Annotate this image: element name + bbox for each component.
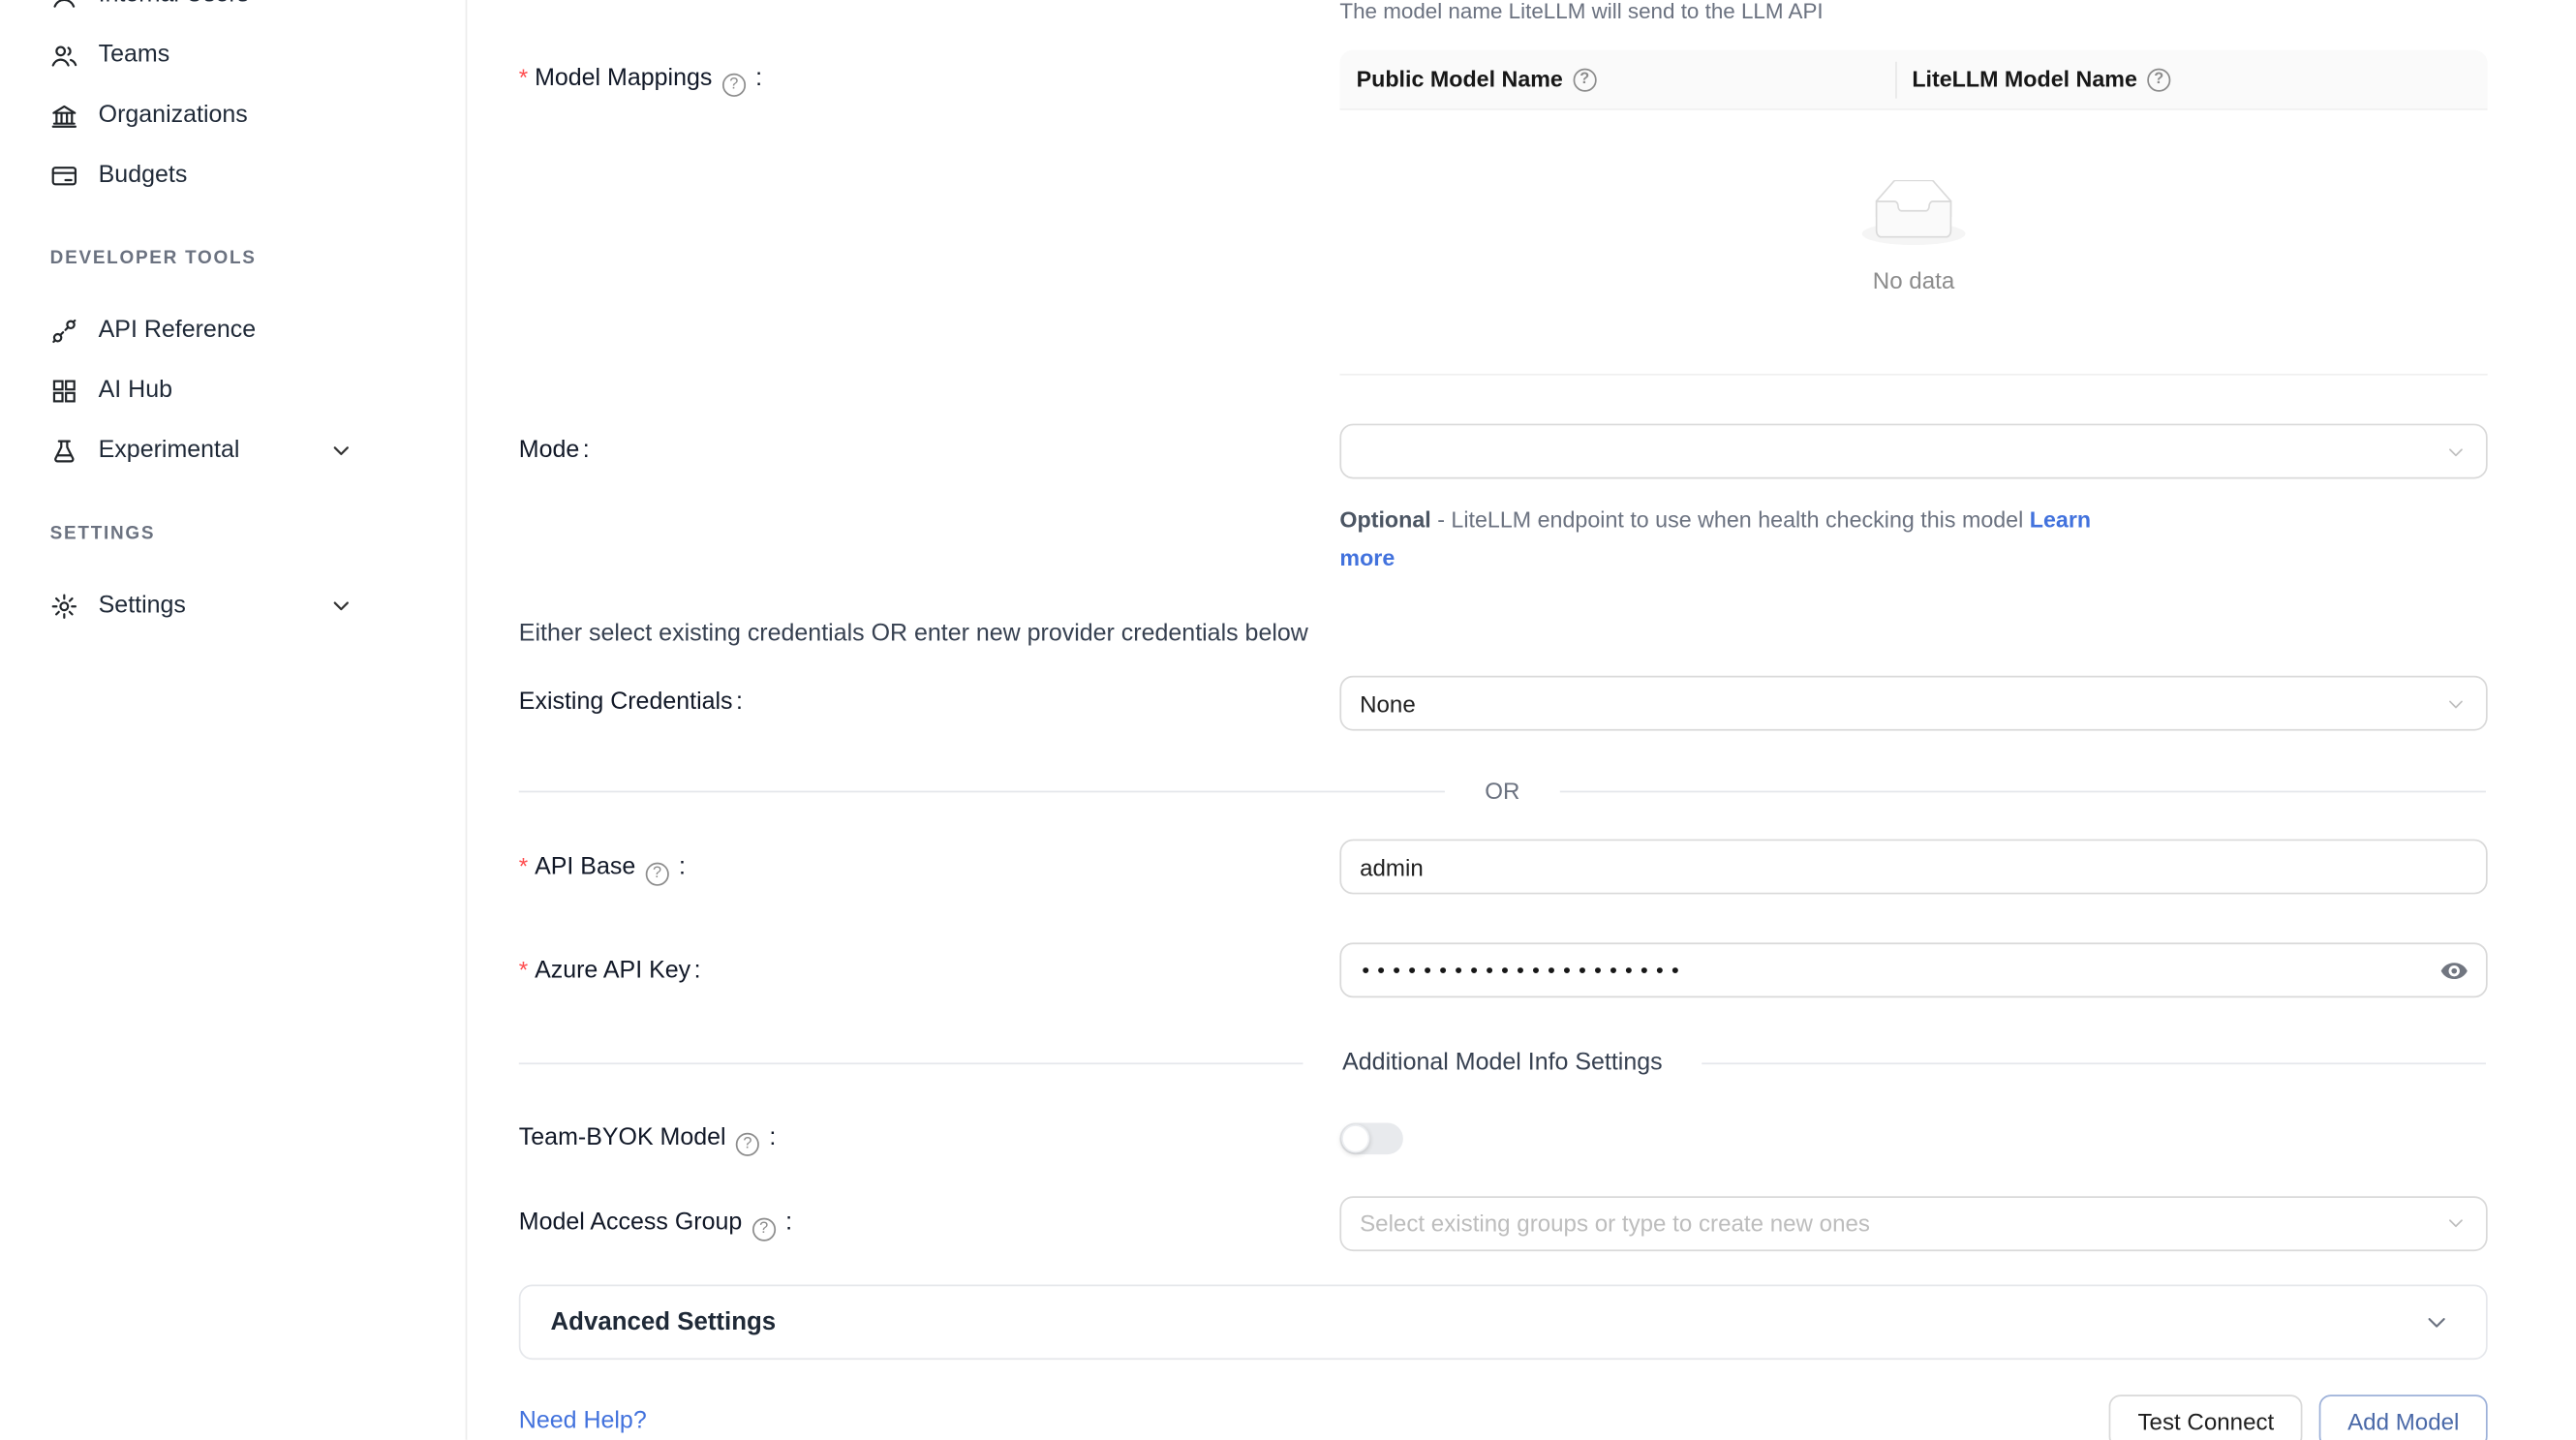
existing-credentials-value: None (1360, 689, 1416, 717)
model-mappings-table: Public Model Name ? LiteLLM Model Name ? (1339, 50, 2487, 376)
api-plug-icon (50, 316, 78, 344)
form-footer: Need Help? Test Connect Add Model (519, 1394, 2488, 1440)
chevron-down-icon (2446, 693, 2467, 714)
need-help-link[interactable]: Need Help? (519, 1408, 647, 1435)
empty-inbox-icon (1862, 180, 1966, 247)
sidebar-section-settings: SETTINGS (50, 521, 466, 548)
team-byok-row: Team-BYOK Model?: (519, 1121, 2486, 1156)
mode-row: Mode: Optional - LiteLLM endpoint to use… (519, 424, 2486, 577)
chevron-down-icon (2446, 1213, 2467, 1234)
table-empty-state: No data (1339, 110, 2487, 376)
divider-line (1702, 1062, 2486, 1064)
chevron-down-icon (2446, 442, 2467, 462)
existing-credentials-row: Existing Credentials: None (519, 676, 2486, 731)
or-divider-text: OR (1445, 778, 1560, 805)
model-mappings-row: *Model Mappings?: Public Model Name ? Li… (519, 50, 2486, 376)
model-access-group-placeholder: Select existing groups or type to create… (1360, 1210, 1870, 1237)
user-icon (50, 0, 78, 9)
chevron-down-icon (2424, 1309, 2449, 1334)
advanced-settings-title: Advanced Settings (551, 1307, 777, 1335)
team-byok-toggle[interactable] (1339, 1122, 1402, 1154)
sidebar-item-teams[interactable]: Teams (0, 25, 466, 85)
sidebar-item-api-reference[interactable]: API Reference (0, 300, 466, 360)
add-model-form: The model name LiteLLM will send to the … (469, 0, 2576, 1440)
sidebar-item-organizations[interactable]: Organizations (0, 85, 466, 145)
credentials-note: Either select existing credentials OR en… (519, 617, 2486, 650)
sidebar-item-label: Teams (99, 42, 170, 69)
test-connect-button[interactable]: Test Connect (2109, 1394, 2302, 1440)
model-access-group-label: Model Access Group?: (519, 1196, 1340, 1241)
app-root: Internal Users Teams Organizations Budge… (0, 0, 2576, 1440)
team-byok-label: Team-BYOK Model?: (519, 1121, 1340, 1156)
model-access-group-select[interactable]: Select existing groups or type to create… (1339, 1196, 2487, 1251)
api-base-input[interactable] (1339, 840, 2487, 895)
additional-info-divider: Additional Model Info Settings (519, 1044, 2486, 1081)
sidebar-item-label: AI Hub (99, 377, 172, 404)
mode-label: Mode: (519, 424, 1340, 468)
divider-line (1560, 790, 2486, 792)
sidebar-item-label: Experimental (99, 437, 240, 464)
or-divider: OR (519, 773, 2486, 810)
api-base-label: *API Base?: (519, 840, 1340, 886)
column-header-litellm-model-name: LiteLLM Model Name ? (1895, 50, 2488, 108)
required-asterisk: * (519, 852, 528, 879)
help-icon[interactable]: ? (752, 1217, 776, 1241)
help-icon[interactable]: ? (736, 1132, 759, 1155)
sidebar-item-settings[interactable]: Settings (0, 575, 466, 635)
divider-line (519, 790, 1445, 792)
table-header: Public Model Name ? LiteLLM Model Name ? (1339, 50, 2487, 110)
sidebar: Internal Users Teams Organizations Budge… (0, 0, 467, 1440)
sidebar-item-label: Budgets (99, 162, 188, 189)
help-icon[interactable]: ? (722, 73, 746, 96)
existing-credentials-label: Existing Credentials: (519, 676, 1340, 720)
sidebar-item-ai-hub[interactable]: AI Hub (0, 360, 466, 420)
azure-api-key-row: *Azure API Key: (519, 942, 2486, 997)
help-icon[interactable]: ? (2147, 68, 2170, 91)
bank-icon (50, 101, 78, 129)
mode-help-text: Optional - LiteLLM endpoint to use when … (1339, 501, 2124, 577)
column-header-public-model-name: Public Model Name ? (1339, 50, 1895, 108)
azure-api-key-label: *Azure API Key: (519, 942, 1340, 988)
api-base-row: *API Base?: (519, 840, 2486, 895)
litellm-model-helper-text: The model name LiteLLM will send to the … (1339, 0, 2486, 23)
sidebar-item-label: API Reference (99, 317, 256, 344)
help-icon[interactable]: ? (646, 862, 669, 885)
chevron-down-icon (330, 440, 352, 461)
help-icon[interactable]: ? (1573, 68, 1596, 91)
no-data-text: No data (1873, 267, 1954, 294)
sidebar-item-budgets[interactable]: Budgets (0, 145, 466, 205)
mode-select[interactable] (1339, 424, 2487, 479)
flask-icon (50, 437, 78, 465)
required-asterisk: * (519, 63, 528, 90)
chevron-down-icon (330, 595, 352, 616)
advanced-settings-panel[interactable]: Advanced Settings (519, 1284, 2488, 1360)
sidebar-item-experimental[interactable]: Experimental (0, 420, 466, 480)
grid-icon (50, 376, 78, 404)
eye-icon[interactable] (2439, 955, 2469, 985)
required-asterisk: * (519, 956, 528, 983)
azure-api-key-input[interactable] (1339, 942, 2487, 997)
toggle-knob (1341, 1124, 1369, 1152)
sidebar-item-label: Internal Users (99, 0, 250, 9)
sidebar-item-label: Settings (99, 593, 186, 620)
additional-info-divider-text: Additional Model Info Settings (1303, 1050, 1702, 1077)
sidebar-section-developer-tools: DEVELOPER TOOLS (50, 245, 466, 272)
credit-card-icon (50, 161, 78, 189)
add-model-button[interactable]: Add Model (2319, 1394, 2488, 1440)
divider-line (519, 1062, 1303, 1064)
existing-credentials-select[interactable]: None (1339, 676, 2487, 731)
model-mappings-label: *Model Mappings?: (519, 50, 1340, 97)
gear-icon (50, 592, 78, 620)
sidebar-item-internal-users[interactable]: Internal Users (0, 0, 466, 25)
sidebar-item-label: Organizations (99, 102, 248, 129)
teams-icon (50, 41, 78, 69)
model-access-group-row: Model Access Group?: Select existing gro… (519, 1196, 2486, 1251)
